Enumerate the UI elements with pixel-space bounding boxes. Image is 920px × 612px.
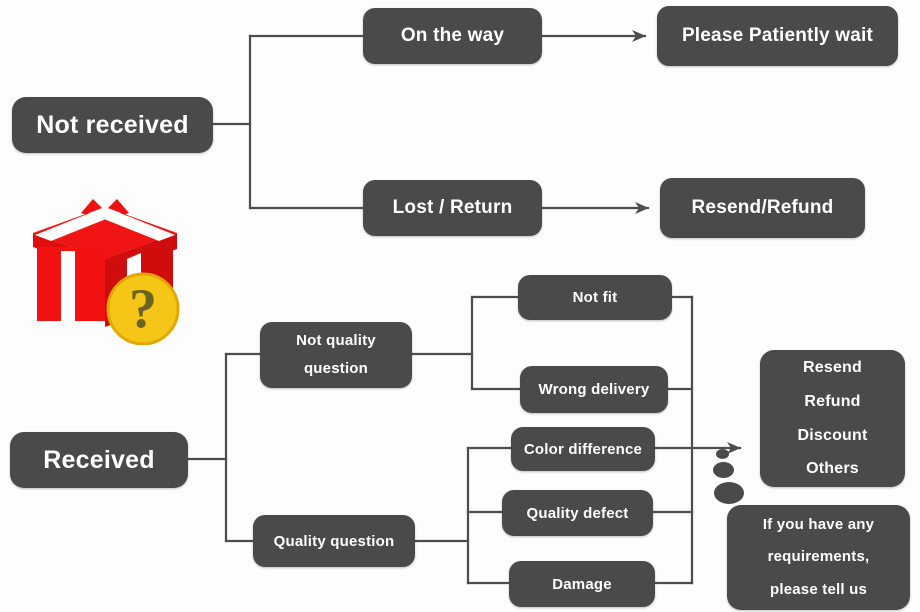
outcome-option-others: Others: [806, 460, 859, 478]
node-wrong-delivery[interactable]: Wrong delivery: [520, 366, 668, 413]
node-damage[interactable]: Damage: [509, 561, 655, 607]
note-line3: please tell us: [769, 580, 867, 598]
node-color-difference[interactable]: Color difference: [511, 427, 655, 471]
node-quality-defect[interactable]: Quality defect: [502, 490, 653, 536]
node-not-quality-question[interactable]: Not quality question: [260, 322, 412, 388]
node-not-received[interactable]: Not received: [12, 97, 213, 153]
node-label: Quality defect: [526, 504, 629, 522]
node-label: Lost / Return: [392, 197, 513, 218]
node-quality-question[interactable]: Quality question: [253, 515, 415, 567]
node-label: Not fit: [572, 289, 618, 306]
node-please-patiently-wait[interactable]: Please Patiently wait: [657, 6, 898, 66]
node-label: Color difference: [523, 440, 643, 458]
speech-dot-medium: [713, 462, 734, 478]
outcome-option-resend: Resend: [803, 359, 862, 377]
node-label: Wrong delivery: [538, 381, 650, 398]
node-label: Not received: [36, 110, 189, 139]
svg-text:?: ?: [129, 278, 157, 340]
node-outcome-options[interactable]: Resend Refund Discount Others: [760, 350, 905, 487]
node-requirements-note[interactable]: If you have any requirements, please tel…: [727, 505, 910, 610]
node-received[interactable]: Received: [10, 432, 188, 488]
node-not-fit[interactable]: Not fit: [518, 275, 672, 320]
gift-box-icon: ?: [33, 199, 180, 345]
node-resend-refund[interactable]: Resend/Refund: [660, 178, 865, 238]
node-label: Resend/Refund: [691, 197, 834, 218]
outcome-option-refund: Refund: [804, 392, 861, 410]
note-line2: requirements,: [767, 548, 870, 566]
outcome-option-discount: Discount: [797, 426, 868, 444]
node-label: On the way: [400, 25, 505, 46]
speech-dot-large: [714, 482, 744, 504]
node-label: Damage: [552, 575, 612, 593]
node-lost-return[interactable]: Lost / Return: [363, 180, 542, 236]
speech-dot-small: [716, 449, 729, 459]
node-label: Please Patiently wait: [681, 25, 874, 46]
flowchart-canvas: ? Not received On the way Please Patient…: [0, 0, 920, 612]
node-label-line1: Not quality: [296, 331, 376, 349]
note-line1: If you have any: [762, 516, 875, 534]
node-label-line2: question: [303, 360, 369, 377]
node-on-the-way[interactable]: On the way: [363, 8, 542, 64]
node-label: Quality question: [273, 532, 395, 550]
node-label: Received: [43, 445, 155, 474]
